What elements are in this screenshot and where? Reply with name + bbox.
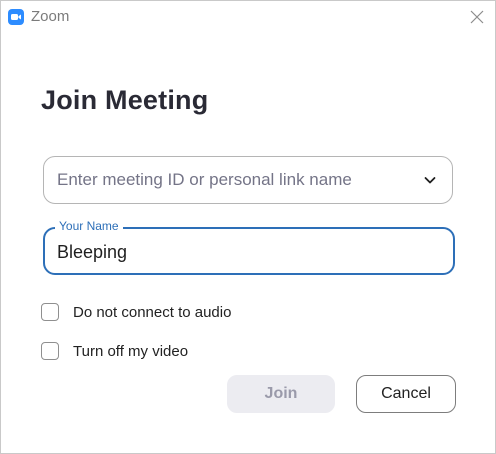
video-off-label: Turn off my video	[73, 343, 189, 360]
join-button[interactable]: Join	[227, 375, 335, 413]
zoom-camera-icon	[8, 9, 24, 25]
window-title: Zoom	[31, 8, 70, 25]
page-title: Join Meeting	[41, 85, 209, 115]
no-audio-checkbox[interactable]	[41, 303, 59, 321]
close-icon	[470, 10, 484, 24]
video-off-checkbox[interactable]	[41, 342, 59, 360]
cancel-button[interactable]: Cancel	[356, 375, 456, 413]
no-audio-label: Do not connect to audio	[73, 304, 232, 321]
your-name-label: Your Name	[55, 219, 123, 233]
your-name-field[interactable]: Your Name	[43, 219, 455, 275]
zoom-join-dialog: Zoom Join Meeting Your Name Do not conne…	[0, 0, 496, 454]
meeting-id-dropdown-button[interactable]	[422, 172, 438, 188]
meeting-id-field[interactable]	[43, 156, 453, 204]
close-button[interactable]	[467, 7, 487, 27]
your-name-input[interactable]	[57, 240, 427, 264]
meeting-id-input[interactable]	[57, 167, 397, 193]
chevron-down-icon	[424, 177, 436, 184]
title-bar: Zoom	[1, 1, 495, 33]
